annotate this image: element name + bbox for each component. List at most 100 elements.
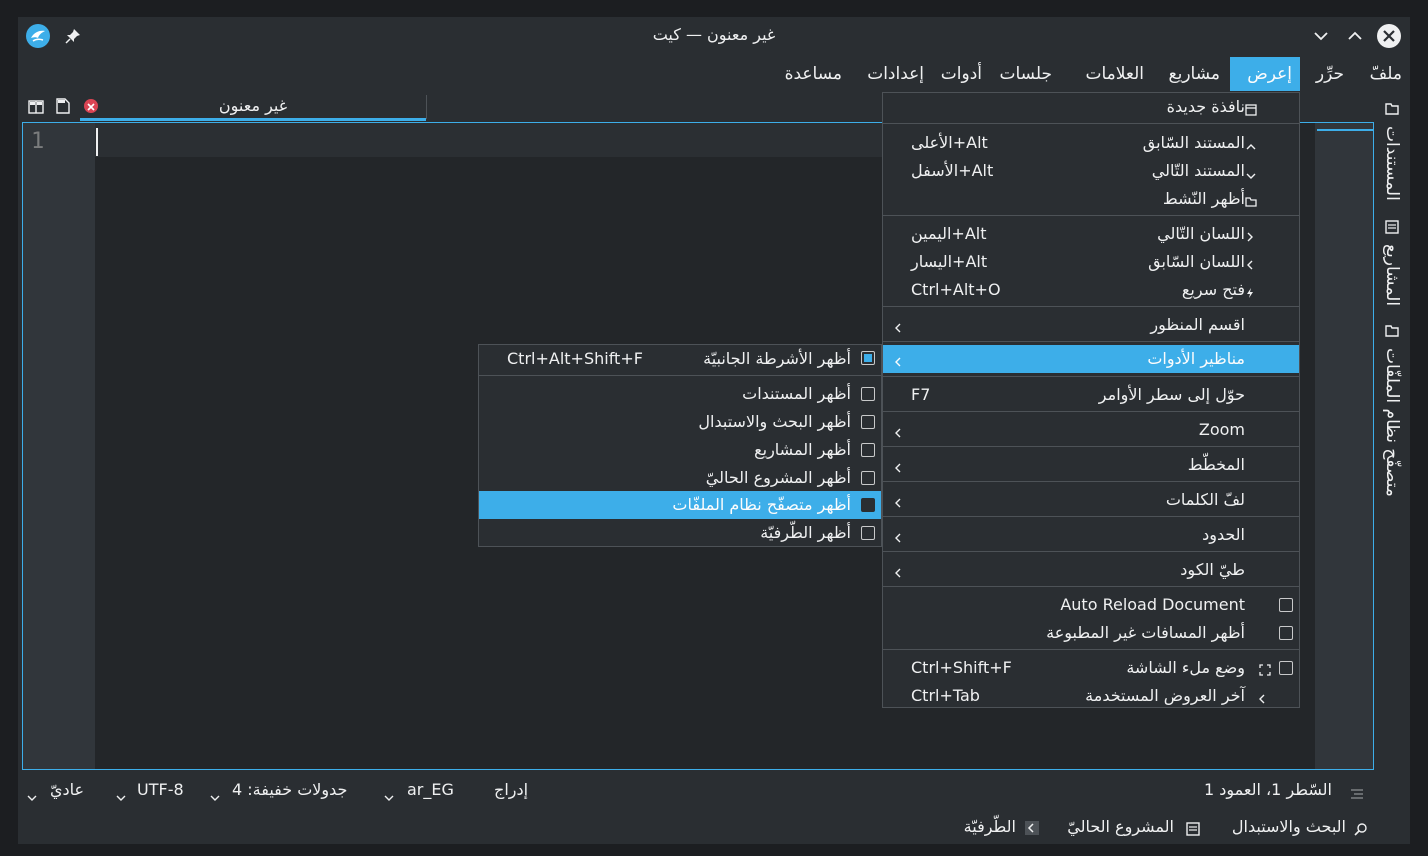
- menu-item-recent-views[interactable]: آخر العروض المستخدمة Ctrl+Tab: [883, 682, 1299, 710]
- menu-separator: [883, 306, 1299, 307]
- menu-bookmarks[interactable]: العلامات: [1077, 57, 1152, 91]
- chevron-down-icon[interactable]: [116, 787, 126, 806]
- document-icon: [1385, 101, 1399, 120]
- menu-item-split-view[interactable]: اقسم المنظور: [883, 311, 1299, 339]
- chevron-down-icon: [1245, 166, 1257, 185]
- menu-item-schema[interactable]: المخطّط: [883, 451, 1299, 479]
- menu-settings[interactable]: إعدادات: [859, 57, 932, 91]
- minimap-viewport[interactable]: [1317, 129, 1373, 131]
- menu-item-show-sidebars[interactable]: أظهر الأشرطة الجانبيّة Ctrl+Alt+Shift+F: [479, 345, 881, 373]
- submenu-arrow-icon: [893, 564, 903, 583]
- search-replace-tab[interactable]: البحث والاستبدال: [1232, 817, 1346, 836]
- menu-item-show-projects[interactable]: أظهر المشاريع: [479, 436, 881, 464]
- right-sidebar: المستندات المشاريع متصفّح نظام الملفّات: [1374, 93, 1410, 773]
- menu-separator: [883, 649, 1299, 650]
- fullscreen-checkbox[interactable]: [1279, 661, 1293, 675]
- menu-item-borders[interactable]: الحدود: [883, 521, 1299, 549]
- menu-separator: [883, 341, 1299, 342]
- window-title: غير معنون — كيت: [652, 25, 776, 44]
- show-current-project-checkbox[interactable]: [861, 471, 875, 485]
- maximize-button[interactable]: [1346, 27, 1364, 45]
- sidebar-item-documents[interactable]: المستندات: [1374, 101, 1410, 201]
- submenu-arrow-icon: [893, 424, 903, 443]
- menu-item-show-whitespace[interactable]: أظهر المسافات غير المطبوعة: [883, 619, 1299, 647]
- current-project-tab[interactable]: المشروع الحاليّ: [1067, 817, 1174, 836]
- menu-file[interactable]: ملفّ: [1362, 57, 1410, 91]
- menu-item-show-current-project[interactable]: أظهر المشروع الحاليّ: [479, 464, 881, 492]
- menu-separator: [883, 123, 1299, 124]
- show-projects-checkbox[interactable]: [861, 443, 875, 457]
- menu-item-prev-tab[interactable]: اللسان السّابق Alt+اليسار: [883, 248, 1299, 276]
- menu-separator: [479, 375, 881, 376]
- view-menu: نافذة جديدة المستند السّابق Alt+الأعلى ا…: [882, 92, 1300, 708]
- menu-edit[interactable]: حرِّر: [1308, 57, 1352, 91]
- menu-item-next-tab[interactable]: اللسان التّالي Alt+اليمين: [883, 220, 1299, 248]
- line-number-gutter: 1: [23, 123, 95, 769]
- menu-item-word-wrap[interactable]: لفّ الكلمات: [883, 486, 1299, 514]
- new-document-icon[interactable]: [56, 98, 70, 118]
- menu-item-auto-reload[interactable]: Auto Reload Document: [883, 591, 1299, 619]
- menu-sessions[interactable]: جلسات: [992, 57, 1061, 91]
- minimap[interactable]: [1315, 123, 1373, 769]
- menu-item-zoom[interactable]: Zoom: [883, 416, 1299, 444]
- project-icon: [1186, 821, 1200, 840]
- dictionary-language[interactable]: ar_EG: [407, 780, 454, 799]
- split-view-icon[interactable]: [28, 99, 44, 118]
- show-filesystem-checkbox[interactable]: [861, 498, 875, 512]
- show-search-checkbox[interactable]: [861, 415, 875, 429]
- minimize-button[interactable]: [1312, 27, 1330, 45]
- cursor-position[interactable]: السّطر 1، العمود 1: [1204, 780, 1332, 799]
- menu-item-show-active[interactable]: أظهر النّشط: [883, 185, 1299, 213]
- tab-separator: [426, 95, 427, 119]
- menu-tools[interactable]: أدوات: [933, 57, 990, 91]
- menu-item-tool-views[interactable]: مناظير الأدوات: [883, 345, 1299, 373]
- menu-item-show-documents[interactable]: أظهر المستندات: [479, 380, 881, 408]
- tab-untitled[interactable]: غير معنون: [80, 93, 426, 121]
- sidebar-item-projects[interactable]: المشاريع: [1374, 219, 1410, 306]
- highlight-mode[interactable]: عاديّ: [50, 780, 84, 799]
- status-bar: السّطر 1، العمود 1 إدراج ar_EG جدولات خف…: [18, 775, 1410, 807]
- show-documents-checkbox[interactable]: [861, 387, 875, 401]
- sidebar-item-filesystem[interactable]: متصفّح نظام الملفّات: [1374, 323, 1410, 497]
- input-mode[interactable]: إدراج: [494, 780, 528, 799]
- tab-label: غير معنون: [218, 96, 288, 115]
- menu-item-code-folding[interactable]: طيّ الكود: [883, 556, 1299, 584]
- new-window-icon: [1245, 101, 1257, 120]
- chevron-down-icon[interactable]: [384, 787, 394, 806]
- submenu-arrow-icon: [893, 459, 903, 478]
- menu-item-new-window[interactable]: نافذة جديدة: [883, 93, 1299, 121]
- submenu-arrow-icon: [893, 319, 903, 338]
- menu-separator: [883, 551, 1299, 552]
- show-terminal-checkbox[interactable]: [861, 526, 875, 540]
- menu-bar: ملفّ حرِّر إعرض مشاريع العلامات جلسات أد…: [18, 57, 1410, 91]
- chevron-right-icon: [1245, 228, 1255, 247]
- show-whitespace-checkbox[interactable]: [1279, 626, 1293, 640]
- menu-projects[interactable]: مشاريع: [1161, 57, 1228, 91]
- title-bar: غير معنون — كيت: [18, 17, 1410, 55]
- menu-item-fullscreen[interactable]: وضع ملء الشاشة Ctrl+Shift+F: [883, 654, 1299, 682]
- auto-reload-checkbox[interactable]: [1279, 598, 1293, 612]
- sidebar-item-label: المستندات: [1382, 126, 1402, 201]
- chevron-down-icon[interactable]: [210, 787, 220, 806]
- terminal-tab[interactable]: الطّرفيّة: [964, 817, 1016, 836]
- menu-item-show-filesystem[interactable]: أظهر متصفّح نظام الملفّات: [479, 491, 881, 519]
- submenu-arrow-icon: [893, 529, 903, 548]
- show-sidebars-checkbox[interactable]: [861, 351, 875, 365]
- terminal-icon: [1024, 820, 1040, 840]
- menu-item-command-line[interactable]: حوّل إلى سطر الأوامر F7: [883, 381, 1299, 409]
- menu-item-show-search[interactable]: أظهر البحث والاستبدال: [479, 408, 881, 436]
- menu-item-next-document[interactable]: المستند التّالي Alt+الأسفل: [883, 157, 1299, 185]
- projects-icon: [1385, 219, 1399, 238]
- menu-help[interactable]: مساعدة: [777, 57, 850, 91]
- menu-separator: [883, 411, 1299, 412]
- indent-setting[interactable]: جدولات خفيفة: 4: [232, 780, 347, 799]
- menu-item-quick-open[interactable]: فتح سريع Ctrl+Alt+O: [883, 276, 1299, 304]
- submenu-arrow-icon: [893, 353, 903, 372]
- close-window-button[interactable]: [1377, 24, 1401, 48]
- menu-view[interactable]: إعرض: [1230, 57, 1300, 91]
- encoding[interactable]: UTF-8: [137, 780, 184, 799]
- menu-item-prev-document[interactable]: المستند السّابق Alt+الأعلى: [883, 129, 1299, 157]
- menu-item-show-terminal[interactable]: أظهر الطّرفيّة: [479, 519, 881, 547]
- status-lines-icon[interactable]: [1350, 785, 1364, 804]
- chevron-down-icon[interactable]: [27, 787, 37, 806]
